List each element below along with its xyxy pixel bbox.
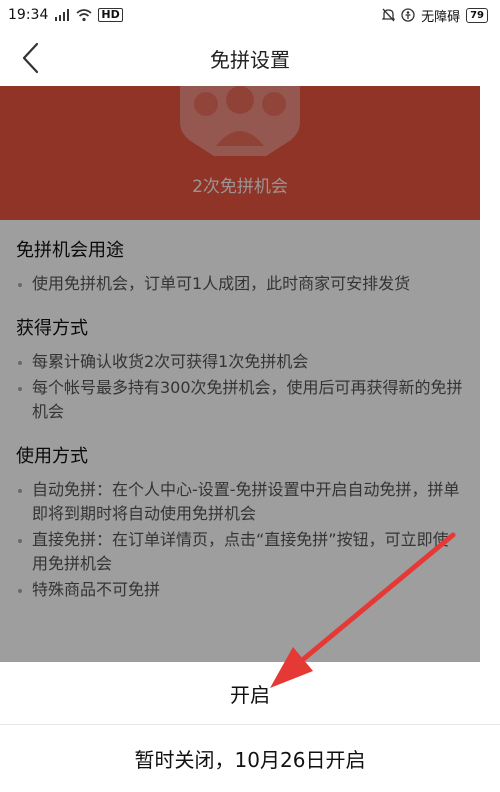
back-button[interactable] [10,38,50,78]
status-bar: 19:34 HD 无障碍 79 [0,0,500,30]
accessibility-label: 无障碍 [421,9,461,25]
enable-option[interactable]: 开启 [0,662,500,724]
nav-bar: 免拼设置 [0,30,500,86]
signal-icon [54,9,70,21]
accessibility-icon [401,8,415,22]
wifi-icon [76,8,92,22]
disable-temporarily-option[interactable]: 暂时关闭，10月26日开启 [0,725,500,791]
modal-overlay[interactable] [0,86,480,662]
hd-badge: HD [98,8,123,22]
action-sheet: 开启 暂时关闭，10月26日开启 [0,662,500,792]
page-title: 免拼设置 [210,47,290,72]
chevron-left-icon [22,42,39,74]
status-time: 19:34 [8,7,49,23]
mute-icon [382,8,396,22]
battery-icon: 79 [466,7,488,23]
right-gutter [480,86,500,662]
